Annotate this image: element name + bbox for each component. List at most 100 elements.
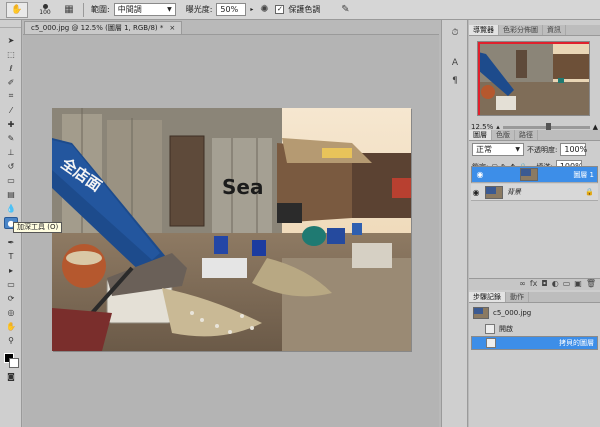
lock-icon: 🔒	[585, 188, 594, 196]
brush-panel-icon[interactable]: ▦	[62, 3, 76, 17]
blend-opacity-row: 正常 ▼ 不透明度: 100%	[469, 141, 600, 158]
tool-tooltip: 加深工具 (O)	[13, 222, 63, 233]
blend-mode-select[interactable]: 正常 ▼	[472, 143, 524, 156]
layers-footer: ∞ fx ◘ ◐ ▭ ▣ 🗑	[469, 278, 600, 290]
history-step-name: 拷貝的圖層	[559, 339, 594, 347]
navigator-thumbnail[interactable]	[477, 41, 590, 116]
new-layer-icon[interactable]: ▣	[574, 279, 582, 290]
tablet-pressure-icon[interactable]: ✎	[338, 3, 352, 17]
snapshot-thumbnail-image	[474, 308, 488, 318]
panel-grip	[0, 20, 21, 28]
marquee-tool-icon[interactable]: ⬚	[4, 48, 18, 60]
crop-tool-icon[interactable]: ⌗	[4, 90, 18, 102]
exposure-value: 50%	[220, 5, 239, 14]
link-icon[interactable]: ∞	[519, 279, 526, 290]
range-label: 範圍:	[91, 5, 110, 14]
path-select-tool-icon[interactable]: ▸	[4, 264, 18, 276]
quick-mask-icon[interactable]: ◙	[4, 370, 18, 382]
collapsed-panel-dock: ⏱ A ¶	[441, 20, 468, 427]
history-brush-tool-icon[interactable]: ↺	[4, 160, 18, 172]
tab-info[interactable]: 資訊	[543, 25, 566, 35]
clone-stamp-tool-icon[interactable]: ⊥	[4, 146, 18, 158]
burn-tool-icon: ✋	[11, 4, 23, 15]
tab-layers[interactable]: 圖層	[469, 130, 492, 140]
blend-mode-value: 正常	[476, 145, 492, 154]
brush-tip-icon	[42, 3, 48, 9]
fx-icon[interactable]: fx	[530, 279, 538, 290]
airbrush-icon[interactable]: ✺	[257, 3, 271, 17]
layers-tabs: 圖層 色版 路徑	[469, 130, 600, 141]
chevron-down-icon: ▼	[515, 146, 520, 153]
opacity-value: 100%	[564, 145, 588, 154]
document-title: c5_000.jpg @ 12.5% (圖層 1, RGB/8) *	[31, 24, 164, 32]
zoom-slider[interactable]	[502, 122, 590, 131]
document-tab[interactable]: c5_000.jpg @ 12.5% (圖層 1, RGB/8) * ×	[24, 21, 183, 34]
tab-histogram[interactable]: 色彩分佈圖	[499, 25, 543, 35]
adjustment-icon[interactable]: ◐	[552, 279, 559, 290]
opacity-label: 不透明度:	[527, 145, 558, 154]
opacity-input[interactable]: 100%	[560, 143, 588, 156]
layer-name: 背景	[507, 188, 521, 196]
layer-name: 圖層 1	[573, 170, 594, 179]
divider	[83, 2, 84, 17]
range-value: 中間調	[117, 5, 142, 14]
history-step-name: 開啟	[499, 325, 513, 333]
history-panel-icon[interactable]: ⏱	[448, 26, 462, 40]
chevron-down-icon: ▼	[167, 6, 172, 13]
hand-tool-icon[interactable]: ✋	[4, 320, 18, 332]
tab-navigator[interactable]: 導覽器	[469, 25, 499, 35]
layer-thumbnail	[520, 168, 539, 181]
navigator-panel: 導覽器 色彩分佈圖 資訊 12.5% ▴ ▲	[469, 25, 600, 143]
navigator-view-frame[interactable]	[478, 42, 589, 115]
quick-select-tool-icon[interactable]: ✐	[4, 76, 18, 88]
tab-actions[interactable]: 動作	[506, 292, 529, 302]
folder-icon[interactable]: ▭	[563, 279, 571, 290]
navigator-tabs: 導覽器 色彩分佈圖 資訊	[469, 25, 600, 36]
range-select[interactable]: 中間調 ▼	[113, 3, 176, 16]
close-icon[interactable]: ×	[169, 22, 175, 34]
history-step[interactable]: 開啟	[471, 322, 598, 336]
history-step-icon	[485, 324, 495, 334]
3d-orbit-tool-icon[interactable]: ◎	[4, 306, 18, 318]
pen-tool-icon[interactable]: ✒	[4, 236, 18, 248]
layer-row[interactable]: ◉ 背景 🔒	[471, 184, 598, 201]
zoom-tool-icon[interactable]: ⚲	[4, 334, 18, 346]
blur-tool-icon[interactable]: 💧	[4, 202, 18, 214]
mask-icon[interactable]: ◘	[541, 279, 547, 290]
history-snapshot[interactable]: c5_000.jpg	[471, 306, 598, 320]
move-tool-icon[interactable]: ➤	[4, 34, 18, 46]
layer-row[interactable]: ◉ 圖層 1	[471, 166, 598, 183]
brush-tool-icon[interactable]: ✎	[4, 132, 18, 144]
eraser-tool-icon[interactable]: ▭	[4, 174, 18, 186]
tab-channels[interactable]: 色版	[492, 130, 515, 140]
paragraph-panel-icon[interactable]: ¶	[448, 74, 462, 88]
history-step[interactable]: 拷貝的圖層	[471, 336, 598, 350]
layer-thumbnail-image	[521, 169, 538, 180]
eyedropper-tool-icon[interactable]: ⁄	[4, 104, 18, 116]
exposure-label: 曝光度:	[185, 5, 213, 14]
healing-brush-tool-icon[interactable]: ✚	[4, 118, 18, 130]
shape-tool-icon[interactable]: ▭	[4, 278, 18, 290]
3d-rotate-tool-icon[interactable]: ⟳	[4, 292, 18, 304]
character-panel-icon[interactable]: A	[448, 56, 462, 70]
tab-paths[interactable]: 路徑	[515, 130, 538, 140]
protect-tones-checkbox[interactable]: ✓	[275, 5, 285, 14]
image-canvas[interactable]: Sea 全店面	[52, 108, 411, 351]
photo-junkyard: Sea 全店面	[52, 108, 411, 351]
brush-preset-picker[interactable]: 100	[32, 2, 58, 18]
lasso-tool-icon[interactable]: ℓ	[4, 62, 18, 74]
snapshot-name: c5_000.jpg	[493, 309, 532, 317]
tool-preset-picker[interactable]: ✋	[6, 1, 28, 18]
gradient-tool-icon[interactable]: ▤	[4, 188, 18, 200]
layers-panel: 圖層 色版 路徑 正常▼ 不透明度: 100% 鎖定: ▢ ✎ ✥ 🔒 填滿: …	[469, 130, 600, 302]
protect-tones-label: 保護色調	[288, 5, 321, 14]
background-color-swatch[interactable]	[9, 358, 19, 368]
wall-graffiti-text: Sea	[222, 175, 263, 199]
eye-icon[interactable]: ◉	[475, 170, 485, 179]
trash-icon[interactable]: 🗑	[586, 279, 596, 290]
type-tool-icon[interactable]: T	[4, 250, 18, 262]
tab-history[interactable]: 步驟記錄	[469, 292, 506, 302]
exposure-input[interactable]: 50%	[216, 3, 247, 16]
chevron-right-icon[interactable]: ▸	[250, 6, 253, 13]
eye-icon[interactable]: ◉	[471, 188, 481, 197]
